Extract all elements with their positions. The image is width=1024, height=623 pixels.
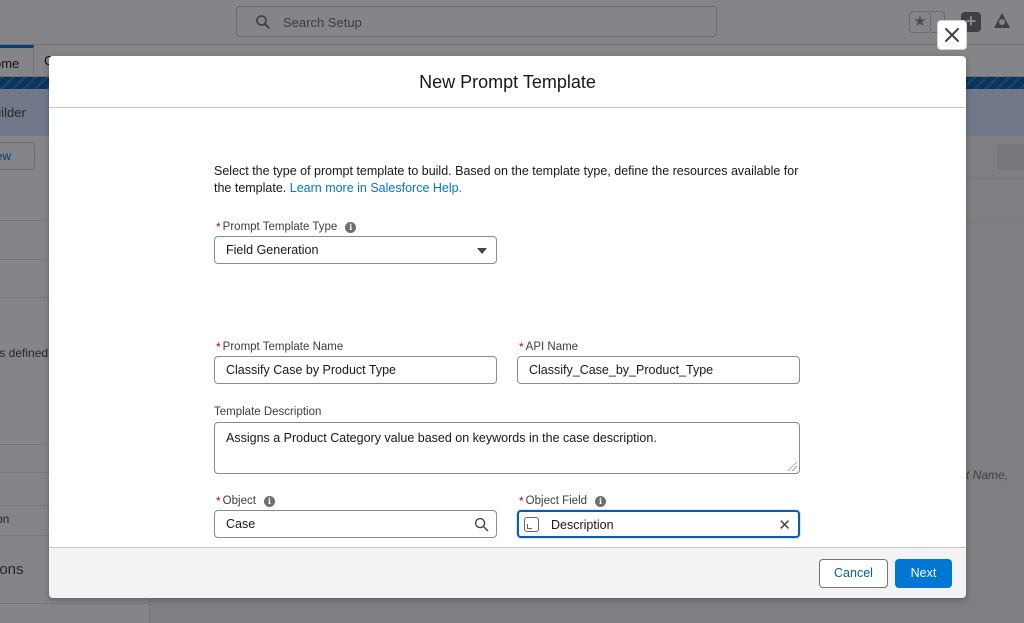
label-text: API Name — [525, 341, 579, 353]
api-name-input[interactable]: Classify_Case_by_Product_Type — [517, 356, 800, 384]
close-icon — [945, 28, 959, 42]
required-marker: * — [216, 340, 221, 354]
prompt-template-type-select[interactable]: Field Generation — [214, 236, 497, 264]
required-marker: * — [519, 494, 524, 508]
object-field-lookup[interactable]: Description ✕ — [517, 510, 800, 538]
object-label: * Object i — [216, 494, 275, 508]
modal-footer: Cancel Next — [49, 547, 966, 598]
template-description-label: Template Description — [214, 406, 321, 418]
template-description-textarea[interactable]: Assigns a Product Category value based o… — [214, 422, 800, 474]
clear-selection-icon[interactable]: ✕ — [778, 516, 791, 534]
label-text: Template Description — [214, 406, 322, 418]
new-prompt-template-modal: New Prompt Template Select the type of p… — [49, 56, 966, 598]
info-icon[interactable]: i — [595, 495, 607, 507]
resize-handle-icon[interactable] — [788, 462, 797, 471]
modal-header: New Prompt Template — [49, 56, 966, 108]
selected-field-value: Description — [551, 518, 614, 532]
prompt-template-name-input[interactable]: Classify Case by Product Type — [214, 356, 497, 384]
close-button[interactable] — [937, 20, 967, 50]
object-field-label: * Object Field i — [519, 494, 607, 508]
object-lookup-input[interactable]: Case — [214, 510, 497, 538]
prompt-template-type-label: * Prompt Template Type i — [216, 220, 357, 234]
label-text: Object — [222, 495, 256, 507]
prompt-template-name-label: * Prompt Template Name — [216, 340, 343, 354]
cancel-button[interactable]: Cancel — [819, 559, 888, 588]
label-text: Prompt Template Name — [222, 341, 344, 353]
intro-text: Select the type of prompt template to bu… — [214, 163, 814, 197]
learn-more-link[interactable]: Learn more in Salesforce Help. — [290, 181, 462, 195]
info-icon[interactable]: i — [263, 495, 275, 507]
select-value: Field Generation — [226, 243, 319, 257]
chevron-down-icon — [477, 248, 487, 254]
required-marker: * — [216, 220, 221, 234]
modal-title: New Prompt Template — [419, 72, 596, 92]
required-marker: * — [216, 494, 221, 508]
next-button[interactable]: Next — [895, 559, 952, 588]
info-icon[interactable]: i — [345, 221, 357, 233]
search-icon — [474, 517, 489, 532]
lookup-value: Case — [226, 517, 256, 531]
modal-body: Select the type of prompt template to bu… — [49, 108, 966, 548]
field-type-icon — [524, 517, 539, 532]
label-text: Object Field — [525, 495, 588, 507]
api-name-label: * API Name — [519, 340, 578, 354]
textarea-value: Assigns a Product Category value based o… — [226, 431, 657, 445]
required-marker: * — [519, 340, 524, 354]
label-text: Prompt Template Type — [222, 221, 338, 233]
